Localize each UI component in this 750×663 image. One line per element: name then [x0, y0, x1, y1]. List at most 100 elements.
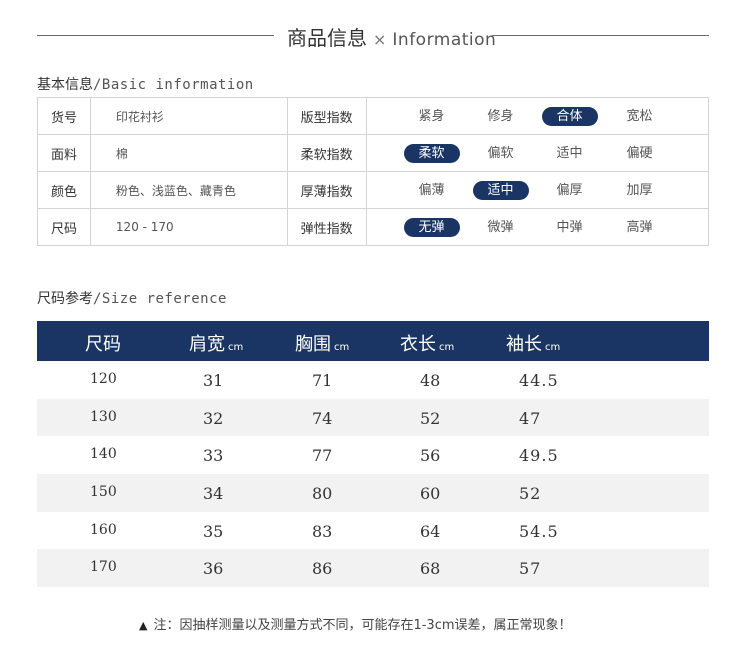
index-option-selected: 合体 [541, 107, 598, 126]
size-header-cell: 尺码 [85, 330, 121, 356]
index-option: 偏软 [487, 146, 514, 161]
index-option-selected: 适中 [472, 181, 529, 200]
table-cell: 86 [312, 559, 333, 579]
basic-key: 颜色 [37, 171, 91, 209]
index-option: 高弹 [626, 220, 653, 235]
index-key: 版型指数 [286, 97, 367, 135]
index-option: 中弹 [556, 220, 583, 235]
basic-key: 尺码 [37, 208, 91, 246]
index-option: 微弹 [487, 220, 514, 235]
table-cell: 44.5 [519, 371, 559, 390]
table-row: 150 34 80 60 52 [37, 474, 709, 512]
measurement-note: ▲ 注：因抽样测量以及测量方式不同，可能存在1-3cm误差，属正常现象！ [139, 614, 572, 633]
table-row: 140 33 77 56 49.5 [37, 436, 709, 474]
index-key: 柔软指数 [286, 134, 367, 172]
index-option-selected: 无弹 [403, 218, 460, 237]
title-divider-left [37, 35, 274, 36]
table-cell: 57 [519, 559, 542, 579]
basic-info-table: 货号 印花衬衫 版型指数 紧身 修身 合体 宽松 面料棉柔软指数 柔软 偏软 适中 偏硬 颜色 粉色、浅蓝… [37, 97, 710, 246]
index-options: 偏薄 适中 偏厚 加厚 [365, 171, 710, 209]
table-cell: 36 [203, 559, 224, 579]
basic-info-row: 货号 印花衬衫 版型指数 紧身 修身 合体 宽松 [37, 97, 710, 135]
size-header-unit: cm [228, 342, 244, 353]
table-row: 130 32 74 52 47 [37, 398, 709, 437]
basic-key: 货号 [37, 97, 91, 135]
basic-info-heading-cn: 基本信息 [37, 77, 93, 93]
page-title: 商品信息 × Information [287, 22, 496, 51]
table-cell: 64 [420, 521, 441, 541]
index-options: 柔软 偏软 适中 偏硬 [365, 134, 710, 172]
table-cell: 54.5 [519, 521, 559, 541]
table-cell: 52 [519, 484, 542, 504]
section-title-bar: 商品信息 × Information [37, 18, 709, 54]
basic-value: 120 - 170 [89, 208, 288, 246]
index-options: 紧身 修身 合体 宽松 [365, 97, 710, 135]
size-reference-heading-en: /Size reference [93, 291, 227, 307]
basic-value: 棉 [89, 134, 288, 172]
index-option: 宽松 [626, 109, 653, 124]
index-option: 偏硬 [626, 146, 653, 161]
index-option: 偏薄 [418, 183, 445, 198]
size-header-label: 肩宽 [189, 334, 225, 355]
table-cell: 71 [312, 371, 333, 390]
title-en: Information [392, 30, 497, 50]
basic-value: 印花衬衫 [89, 97, 288, 135]
size-header-label: 袖长 [506, 334, 542, 355]
size-header-cell: 胸围 cm [295, 330, 349, 356]
size-header-label: 胸围 [295, 334, 331, 355]
table-cell: 83 [312, 521, 333, 541]
size-header-cell: 肩宽 cm [189, 330, 243, 356]
table-cell: 47 [519, 408, 542, 428]
index-option: 适中 [556, 146, 583, 161]
table-row: 170 36 86 68 57 [37, 549, 709, 588]
index-option: 偏厚 [556, 183, 583, 198]
table-cell: 130 [90, 408, 117, 425]
table-cell: 56 [420, 446, 441, 466]
table-row: 160 35 83 64 54.5 [37, 512, 709, 550]
index-option: 加厚 [626, 183, 653, 198]
basic-value: 粉色、浅蓝色、藏青色 [89, 171, 288, 209]
size-header-label: 衣长 [400, 334, 436, 355]
size-reference-heading-cn: 尺码参考 [37, 291, 93, 307]
title-separator: × [373, 30, 387, 49]
table-cell: 120 [90, 371, 117, 387]
table-cell: 48 [420, 371, 441, 390]
table-row: 120 31 71 48 44.5 [37, 361, 709, 399]
basic-key: 面料 [37, 134, 91, 172]
basic-info-row: 颜色 粉色、浅蓝色、藏青色 厚薄指数 偏薄 适中 偏厚 加厚 [37, 171, 710, 209]
index-key: 厚薄指数 [286, 171, 367, 209]
basic-info-heading-en: /Basic information [93, 77, 254, 93]
size-header-label: 尺码 [85, 334, 121, 355]
table-cell: 74 [312, 408, 333, 428]
size-table-header: 尺码 肩宽 cm 胸围 cm 衣长 cm 袖长 cm [37, 321, 709, 361]
table-cell: 80 [312, 484, 333, 504]
table-cell: 170 [90, 559, 117, 576]
basic-info-row: 尺码 120 - 170 弹性指数 无弹 微弹 中弹 高弹 [37, 208, 710, 246]
warning-icon: ▲ [139, 619, 148, 632]
size-reference-heading: 尺码参考/Size reference [37, 288, 227, 308]
table-cell: 52 [420, 408, 441, 428]
note-text: 注：因抽样测量以及测量方式不同，可能存在1-3cm误差，属正常现象！ [153, 618, 572, 633]
basic-info-heading: 基本信息/Basic information [37, 74, 254, 94]
table-cell: 150 [90, 484, 117, 501]
basic-info-row: 面料棉柔软指数 柔软 偏软 适中 偏硬 [37, 134, 710, 172]
title-divider-right [492, 35, 709, 36]
table-cell: 49.5 [519, 446, 559, 466]
table-cell: 31 [203, 371, 224, 390]
size-header-unit: cm [334, 342, 350, 353]
size-header-cell: 衣长 cm [400, 330, 454, 356]
table-cell: 160 [90, 521, 117, 538]
table-cell: 140 [90, 446, 117, 463]
size-table-body: 120 31 71 48 44.5 130 32 74 52 47 140 33 77 56 49.5 150… [37, 361, 709, 588]
table-cell: 35 [203, 521, 224, 541]
table-cell: 68 [420, 559, 441, 579]
table-cell: 34 [203, 484, 224, 504]
index-option: 紧身 [418, 109, 445, 124]
table-cell: 77 [312, 446, 333, 466]
table-cell: 33 [203, 446, 224, 466]
table-cell: 32 [203, 408, 224, 428]
index-option-selected: 柔软 [403, 144, 460, 163]
index-key: 弹性指数 [286, 208, 367, 246]
title-cn: 商品信息 [287, 26, 367, 50]
size-header-cell: 袖长 cm [506, 330, 560, 356]
